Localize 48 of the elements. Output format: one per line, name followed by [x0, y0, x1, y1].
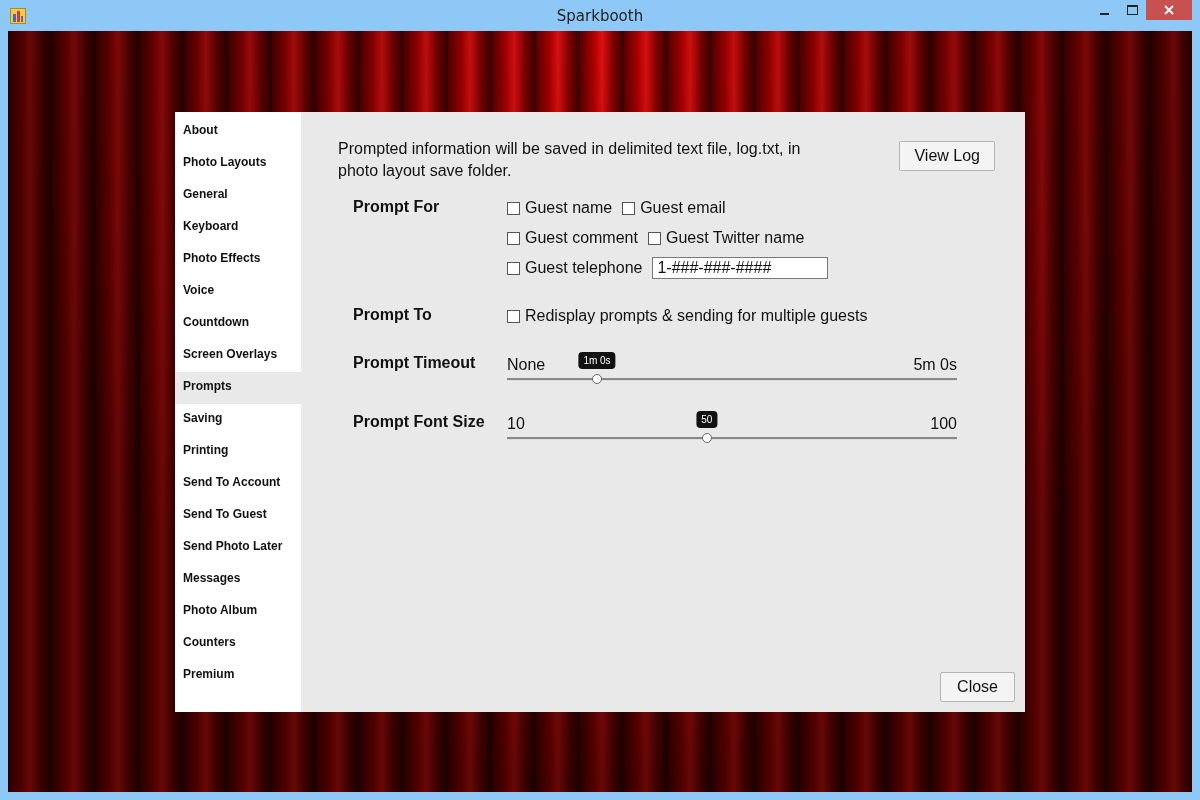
sidebar-item[interactable]: Printing: [175, 436, 301, 468]
slider-thumb[interactable]: [592, 374, 602, 384]
close-dialog-button[interactable]: Close: [940, 672, 1015, 702]
sidebar-item[interactable]: Counters: [175, 628, 301, 660]
sidebar-item[interactable]: Voice: [175, 276, 301, 308]
slider-thumb[interactable]: [701, 433, 712, 443]
minimize-icon: [1099, 12, 1109, 15]
section-label: Prompt To: [353, 305, 433, 325]
slider-tooltip: 50: [696, 411, 718, 428]
sidebar-item[interactable]: Keyboard: [175, 212, 301, 244]
sidebar-item[interactable]: Photo Album: [175, 596, 301, 628]
section-label: Prompt Timeout: [353, 353, 477, 373]
sidebar-item[interactable]: Photo Layouts: [175, 148, 301, 180]
slider-max-label: 5m 0s: [913, 356, 957, 374]
close-icon: [1164, 5, 1174, 15]
checkbox[interactable]: Guest comment: [507, 229, 638, 247]
sidebar-item[interactable]: Messages: [175, 564, 301, 596]
sidebar-item[interactable]: Countdown: [175, 308, 301, 340]
checkbox[interactable]: Guest Twitter name: [647, 229, 805, 247]
sidebar-item[interactable]: Send To Guest: [175, 500, 301, 532]
sidebar-item[interactable]: Screen Overlays: [175, 340, 301, 372]
sidebar-item[interactable]: Prompts: [175, 372, 301, 404]
sidebar-item[interactable]: Send Photo Later: [175, 532, 301, 564]
slider-track[interactable]: [507, 432, 957, 444]
slider-max-label: 100: [930, 415, 957, 433]
description-text: Prompted information will be saved in delimited text file, log.txt, in photo layout save folder.: [338, 139, 802, 181]
sidebar-item[interactable]: About: [175, 116, 301, 148]
maximize-icon: [1126, 5, 1138, 15]
slider-track[interactable]: [507, 373, 957, 385]
sidebar-item[interactable]: Saving: [175, 404, 301, 436]
sidebar-item[interactable]: Send To Account: [175, 468, 301, 500]
checkbox[interactable]: Guest name: [507, 199, 613, 217]
checkbox[interactable]: Redisplay prompts & sending for multiple guests: [507, 307, 868, 325]
window-title: Sparkbooth: [555, 6, 645, 25]
sidebar-item[interactable]: General: [175, 180, 301, 212]
checkbox[interactable]: Guest email: [622, 199, 726, 217]
section-label: Prompt Font Size: [353, 412, 486, 432]
slider-min-label: 10: [507, 415, 525, 433]
sidebar-item[interactable]: Premium: [175, 660, 301, 692]
app-icon: [10, 7, 26, 24]
sidebar-item[interactable]: Photo Effects: [175, 244, 301, 276]
close-button[interactable]: [1146, 0, 1192, 20]
slider-tooltip: 1m 0s: [578, 352, 616, 369]
checkbox[interactable]: Guest telephone: [507, 259, 643, 277]
phone-format-field[interactable]: 1-###-###-####: [652, 257, 829, 279]
section-label: Prompt For: [353, 197, 441, 217]
view-log-button[interactable]: View Log: [899, 141, 995, 171]
slider-min-label: None: [507, 356, 546, 374]
